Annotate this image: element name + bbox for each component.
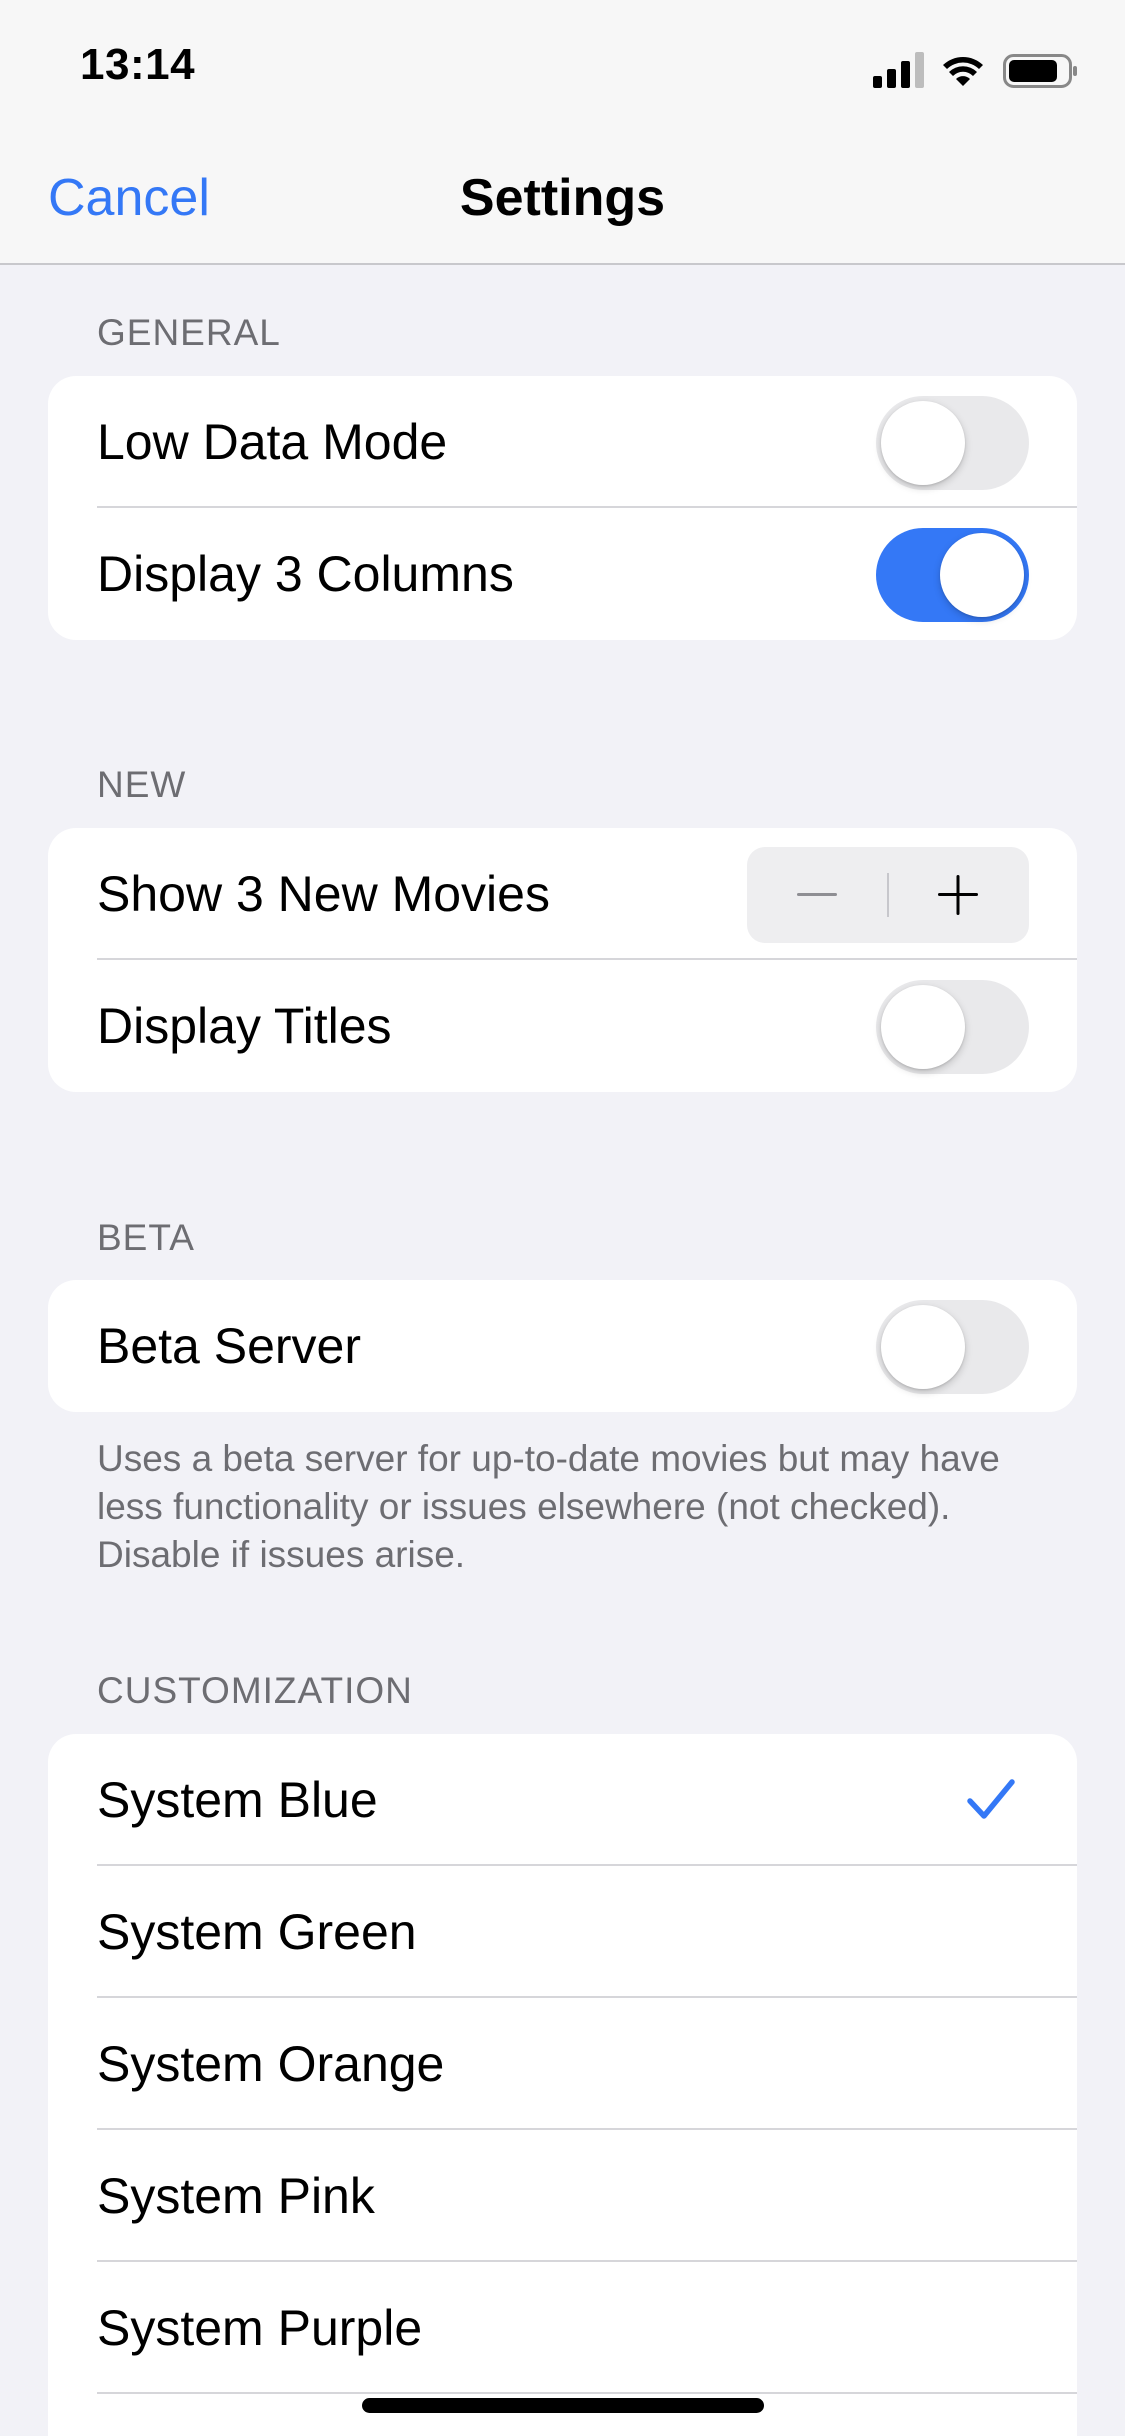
toggle-knob xyxy=(881,985,965,1069)
status-time: 13:14 xyxy=(80,40,196,89)
increment-button[interactable] xyxy=(888,847,1029,943)
section-header-customization: CUSTOMIZATION xyxy=(97,1670,413,1711)
row-beta-server: Beta Server xyxy=(48,1280,1077,1412)
wifi-icon xyxy=(943,57,983,86)
row-label: Low Data Mode xyxy=(97,414,448,470)
display-titles-toggle[interactable] xyxy=(876,980,1029,1074)
group-customization: System Blue System Green System Orange S… xyxy=(48,1734,1077,2436)
new-movies-stepper[interactable] xyxy=(747,847,1029,943)
display-3-columns-toggle[interactable] xyxy=(876,528,1029,622)
row-label: System Orange xyxy=(97,2036,445,2092)
row-label: System Blue xyxy=(97,1772,378,1828)
group-general: Low Data Mode Display 3 Columns xyxy=(48,376,1077,640)
page-title: Settings xyxy=(459,169,666,227)
toggle-knob xyxy=(940,533,1024,617)
beta-footnote: Uses a beta server for up-to-date movies… xyxy=(97,1438,1000,1575)
row-label: System Green xyxy=(97,1904,417,1960)
color-option-system-green[interactable]: System Green xyxy=(48,1866,1077,1998)
group-beta: Beta Server xyxy=(48,1280,1077,1412)
row-label: System Pink xyxy=(97,2168,375,2224)
battery-icon xyxy=(1003,54,1077,88)
toggle-knob xyxy=(881,1305,965,1389)
beta-server-toggle[interactable] xyxy=(876,1300,1029,1394)
row-label: System Purple xyxy=(97,2300,423,2356)
color-option-system-pink[interactable]: System Pink xyxy=(48,2130,1077,2262)
plus-icon xyxy=(938,875,978,915)
color-option-system-orange[interactable]: System Orange xyxy=(48,1998,1077,2130)
row-show-new-movies: Show 3 New Movies xyxy=(48,828,1077,960)
section-header-general: GENERAL xyxy=(97,312,281,353)
row-label: Display Titles xyxy=(97,998,392,1054)
navigation-bar: 13:14 Cancel Settings xyxy=(0,0,1125,265)
color-option-system-blue[interactable]: System Blue xyxy=(48,1734,1077,1866)
row-separator xyxy=(97,2392,1077,2394)
home-indicator[interactable] xyxy=(362,2398,764,2413)
row-label: Show 3 New Movies xyxy=(97,866,550,922)
row-display-titles: Display Titles xyxy=(48,960,1077,1092)
row-label: Display 3 Columns xyxy=(97,546,514,602)
minus-icon xyxy=(797,893,837,896)
low-data-mode-toggle[interactable] xyxy=(876,396,1029,490)
cellular-signal-icon xyxy=(873,52,924,88)
status-icons xyxy=(873,48,1083,92)
section-header-beta: BETA xyxy=(97,1217,195,1258)
row-display-3-columns: Display 3 Columns xyxy=(48,508,1077,640)
row-low-data-mode: Low Data Mode xyxy=(48,376,1077,508)
group-new: Show 3 New Movies Display Titles xyxy=(48,828,1077,1092)
section-header-new: NEW xyxy=(97,764,187,805)
color-option-system-purple[interactable]: System Purple xyxy=(48,2262,1077,2394)
checkmark-icon xyxy=(967,1779,1015,1819)
toggle-knob xyxy=(881,401,965,485)
decrement-button[interactable] xyxy=(747,847,888,943)
row-label: Beta Server xyxy=(97,1318,362,1374)
